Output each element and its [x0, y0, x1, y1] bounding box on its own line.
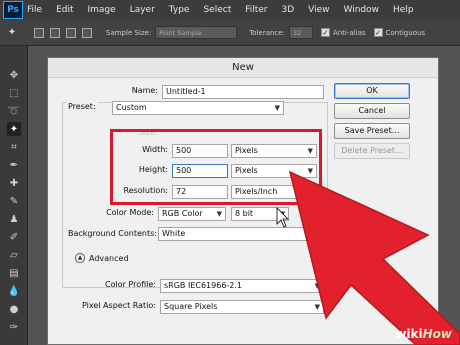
new-document-dialog: New Name: Untitled-1 Preset: Custom ▼ Siz…	[47, 57, 439, 345]
chevron-down-icon: ▼	[216, 210, 222, 218]
chevron-down-icon: ▼	[314, 230, 320, 238]
eyedropper-tool-icon[interactable]: ✒	[7, 158, 21, 172]
background-contents-value: White	[162, 229, 186, 238]
bit-depth-select[interactable]: 8 bit ▼	[231, 207, 289, 221]
delete-preset-button: Delete Preset...	[334, 143, 410, 159]
color-profile-value: sRGB IEC61966-2.1	[164, 281, 243, 290]
color-profile-label: Color Profile:	[105, 280, 156, 289]
pixel-aspect-value: Square Pixels	[164, 302, 218, 311]
watermark-how: How	[422, 327, 452, 341]
color-mode-value: RGB Color	[162, 209, 203, 218]
menu-bar: Ps File Edit Image Layer Type Select Fil…	[0, 0, 460, 20]
history-brush-tool-icon[interactable]: ✐	[7, 230, 21, 244]
crop-tool-icon[interactable]: ⌗	[7, 140, 21, 154]
healing-brush-tool-icon[interactable]: ✚	[7, 176, 21, 190]
photoshop-logo: Ps	[3, 1, 23, 19]
sample-size-label: Sample Size:	[106, 28, 152, 37]
dodge-tool-icon[interactable]: ●	[7, 302, 21, 316]
color-mode-label: Color Mode:	[106, 208, 154, 217]
magic-wand-tool-icon[interactable]: ✦	[7, 122, 21, 136]
menu-help[interactable]: Help	[393, 5, 414, 15]
watermark-wiki: wiki	[395, 327, 423, 341]
background-contents-label: Background Contents:	[68, 229, 157, 238]
anti-alias-label: Anti-alias	[332, 28, 366, 37]
menu-view[interactable]: View	[308, 5, 329, 15]
pixel-aspect-select[interactable]: Square Pixels ▼	[160, 300, 324, 314]
brush-tool-icon[interactable]: ✎	[7, 194, 21, 208]
preset-select[interactable]: Custom ▼	[112, 101, 284, 115]
new-selection-icon[interactable]	[34, 27, 44, 38]
blur-tool-icon[interactable]: 💧	[7, 284, 21, 298]
move-tool-icon[interactable]: ✥	[7, 68, 21, 82]
wikihow-watermark: wikiHow	[395, 327, 452, 341]
tolerance-label: Tolerance:	[249, 28, 285, 37]
tools-panel: ✥ ⬚ ➰ ✦ ⌗ ✒ ✚ ✎ ♟ ✐ ▱ ▤ 💧 ● ✑	[0, 46, 28, 345]
menu-3d[interactable]: 3D	[282, 5, 295, 15]
chevron-down-icon: ▼	[314, 282, 320, 290]
menu-file[interactable]: File	[27, 5, 42, 15]
name-label: Name:	[131, 86, 158, 95]
save-preset-button[interactable]: Save Preset...	[334, 123, 410, 139]
sample-size-select[interactable]: Point Sample	[155, 26, 238, 39]
bit-depth-value: 8 bit	[235, 209, 254, 218]
tolerance-input[interactable]: 32	[288, 26, 313, 39]
cancel-button[interactable]: Cancel	[334, 103, 410, 119]
menu-edit[interactable]: Edit	[56, 5, 73, 15]
collapse-advanced-icon[interactable]: ▲	[75, 253, 85, 263]
name-input[interactable]: Untitled-1	[162, 85, 324, 99]
menu-type[interactable]: Type	[169, 5, 190, 15]
lasso-tool-icon[interactable]: ➰	[7, 104, 21, 118]
add-selection-icon[interactable]	[50, 27, 60, 38]
menu-filter[interactable]: Filter	[245, 5, 267, 15]
pen-tool-icon[interactable]: ✑	[7, 320, 21, 334]
background-contents-select[interactable]: White ▼	[158, 227, 324, 241]
advanced-label[interactable]: Advanced	[89, 254, 129, 263]
contiguous-label: Contiguous	[385, 28, 426, 37]
chevron-down-icon: ▼	[274, 104, 280, 112]
menu-window[interactable]: Window	[344, 5, 380, 15]
eraser-tool-icon[interactable]: ▱	[7, 248, 21, 262]
color-profile-select[interactable]: sRGB IEC61966-2.1 ▼	[160, 279, 324, 293]
menu-layer[interactable]: Layer	[130, 5, 155, 15]
subtract-selection-icon[interactable]	[66, 27, 76, 38]
color-mode-select[interactable]: RGB Color ▼	[158, 207, 226, 221]
highlight-box	[110, 129, 322, 205]
dialog-title: New	[48, 58, 438, 78]
intersect-selection-icon[interactable]	[82, 27, 92, 38]
chevron-down-icon: ▼	[314, 303, 320, 311]
preset-label: Preset:	[66, 102, 98, 111]
preset-value: Custom	[116, 103, 147, 112]
contiguous-checkbox[interactable]: ✓	[373, 28, 383, 37]
marquee-tool-icon[interactable]: ⬚	[7, 86, 21, 100]
menu-select[interactable]: Select	[203, 5, 231, 15]
options-bar: ✦ Sample Size: Point Sample Tolerance: 3…	[0, 20, 460, 46]
menu-image[interactable]: Image	[88, 5, 116, 15]
anti-alias-checkbox[interactable]: ✓	[320, 28, 330, 37]
ok-button[interactable]: OK	[334, 83, 410, 99]
pixel-aspect-label: Pixel Aspect Ratio:	[82, 301, 156, 310]
chevron-down-icon: ▼	[279, 210, 285, 218]
gradient-tool-icon[interactable]: ▤	[7, 266, 21, 280]
clone-stamp-tool-icon[interactable]: ♟	[7, 212, 21, 226]
magic-wand-icon[interactable]: ✦	[4, 25, 20, 41]
